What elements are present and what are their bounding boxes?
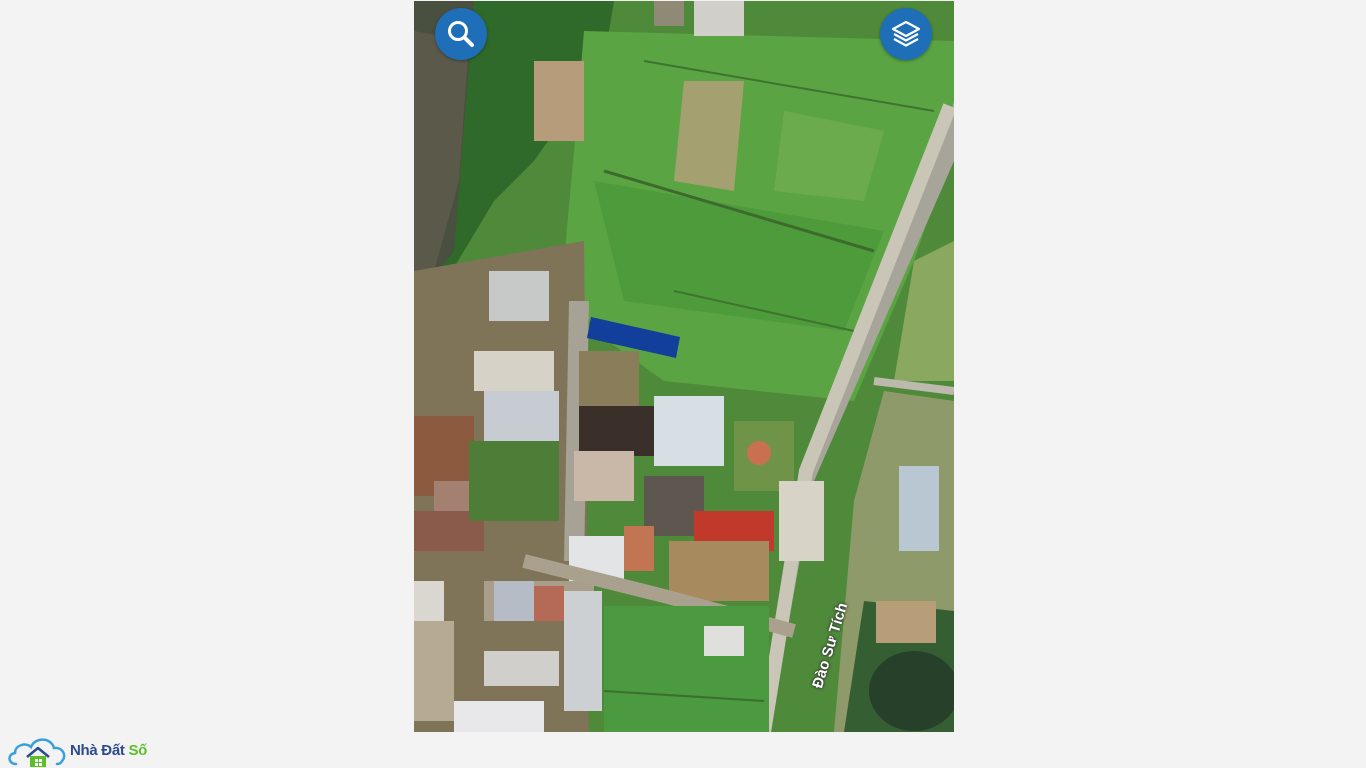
brand-logo: Nhà Đất Số bbox=[6, 733, 147, 768]
brand-name: Nhà Đất Số bbox=[70, 742, 147, 759]
search-button[interactable] bbox=[435, 8, 487, 60]
search-icon bbox=[448, 21, 474, 47]
brand-name-main: Nhà Đất bbox=[70, 742, 129, 759]
brand-name-accent: Số bbox=[128, 742, 148, 759]
layers-button[interactable] bbox=[880, 8, 932, 60]
map-view[interactable]: Đào Sư Tích bbox=[414, 1, 954, 732]
satellite-imagery bbox=[414, 1, 954, 732]
house-cloud-logo-icon bbox=[8, 737, 66, 767]
layers-icon bbox=[891, 20, 921, 47]
